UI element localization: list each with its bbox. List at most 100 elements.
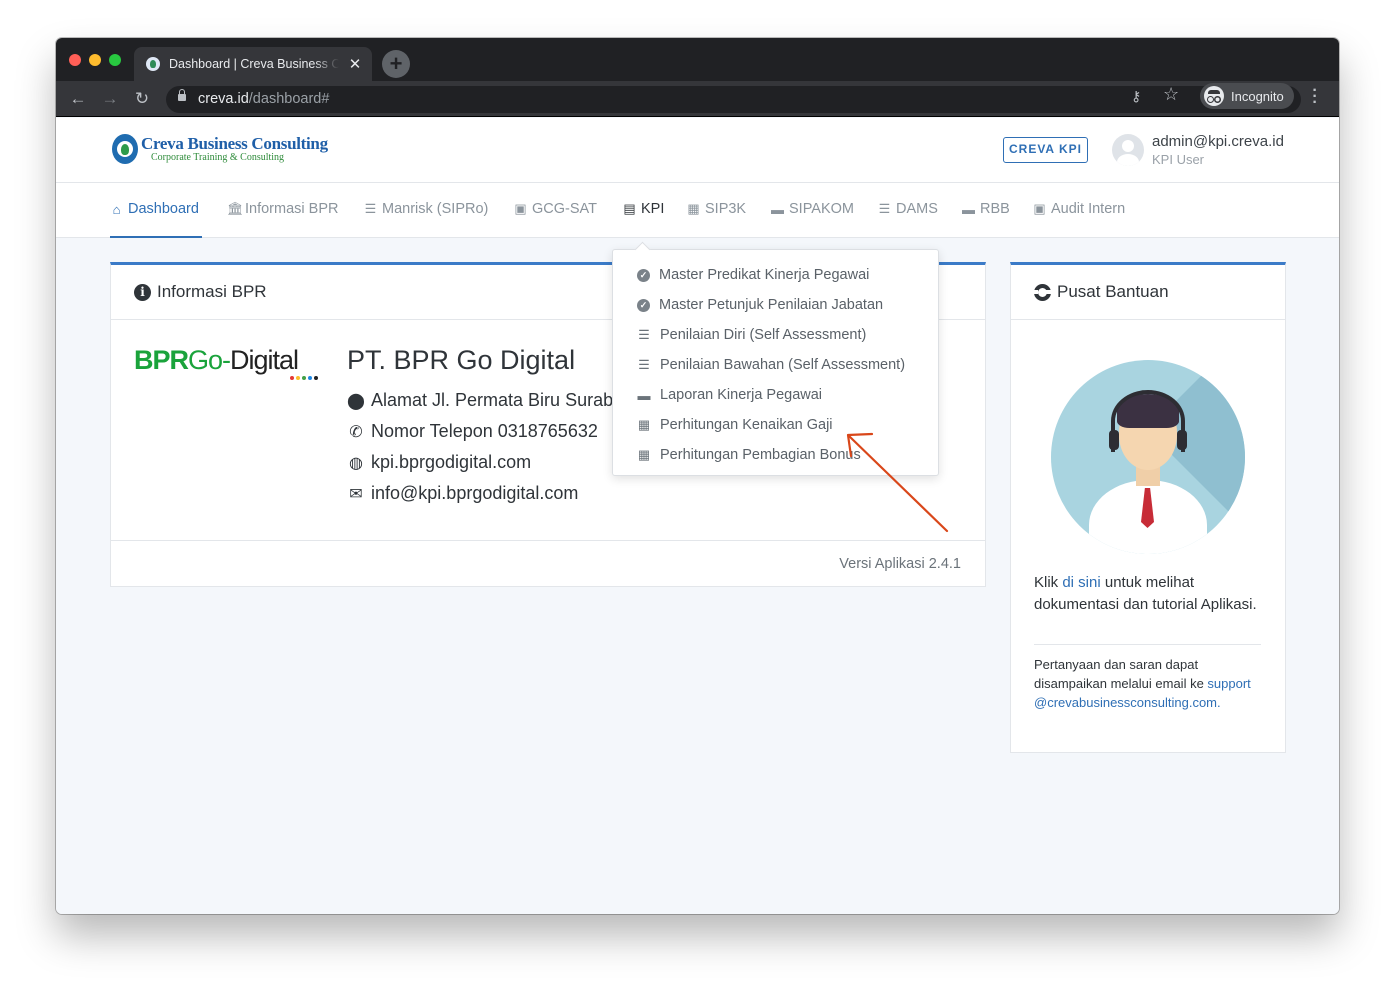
phone-icon: ✆ (349, 423, 363, 441)
browser-tab[interactable]: Dashboard | Creva Business Consulting ✕ (134, 47, 372, 81)
divider (1034, 644, 1261, 645)
minimize-window-button[interactable] (89, 54, 101, 66)
nav-item-sip3k[interactable]: ▦ SIP3K (687, 201, 746, 217)
book-icon: ▬ (637, 387, 651, 403)
card-header: Pusat Bantuan (1011, 265, 1285, 320)
menu-item-pembagian-bonus[interactable]: ▦ Perhitungan Pembagian Bonus (613, 440, 938, 470)
bank-icon: 🏛︎ (227, 201, 244, 216)
envelope-icon: ✉ (349, 485, 363, 503)
nav-item-sipakom[interactable]: ▬ SIPAKOM (771, 201, 854, 217)
favicon-icon (146, 57, 160, 71)
kpi-dropdown-menu: ✓ Master Predikat Kinerja Pegawai ✓ Mast… (612, 249, 939, 476)
docs-link[interactable]: di sini (1062, 574, 1100, 591)
lock-icon (178, 89, 186, 101)
nav-label: Dashboard (128, 201, 199, 217)
tab-title: Dashboard | Creva Business Consulting (169, 57, 339, 71)
calculator-icon: ▦ (637, 417, 651, 432)
checklist-icon: ☰ (364, 201, 377, 216)
bookmark-star-icon[interactable]: ☆ (1163, 84, 1179, 105)
maximize-window-button[interactable] (109, 54, 121, 66)
map-marker-icon: ⬤ (347, 392, 365, 410)
menu-item-penilaian-diri[interactable]: ☰ Penilaian Diri (Self Assessment) (613, 320, 938, 350)
bpr-logo: BPRGo-Digital (134, 345, 299, 375)
bpr-logo-dots (290, 376, 318, 380)
nav-item-informasi-bpr[interactable]: 🏛︎ Informasi BPR (227, 201, 338, 217)
app-version: Versi Aplikasi 2.4.1 (839, 556, 961, 572)
nav-item-kpi[interactable]: ▤ KPI (623, 201, 664, 217)
website-text: kpi.bprgodigital.com (371, 452, 532, 472)
menu-item-label: Master Predikat Kinerja Pegawai (659, 267, 870, 283)
checklist-icon: ☰ (638, 327, 650, 342)
menu-item-penilaian-bawahan[interactable]: ☰ Penilaian Bawahan (Self Assessment) (613, 350, 938, 380)
clipboard-icon: ▤ (623, 201, 636, 216)
nav-item-rbb[interactable]: ▬ RBB (962, 201, 1010, 217)
page-content: Creva Business Consulting Corporate Trai… (56, 118, 1339, 914)
menu-item-label: Master Petunjuk Penilaian Jabatan (659, 297, 884, 313)
check-circle-icon: ✓ (637, 298, 650, 312)
menu-item-master-predikat[interactable]: ✓ Master Predikat Kinerja Pegawai (613, 260, 938, 290)
menu-item-kenaikan-gaji[interactable]: ▦ Perhitungan Kenaikan Gaji (613, 410, 938, 440)
browser-toolbar: ← → ↻ creva.id/dashboard# ⚷ ☆ Incognito … (56, 81, 1339, 117)
nav-label: SIPAKOM (789, 201, 854, 217)
incognito-indicator[interactable]: Incognito (1200, 83, 1294, 109)
nav-item-audit-intern[interactable]: ▣ Audit Intern (1033, 201, 1125, 217)
logo-tagline: Corporate Training & Consulting (151, 152, 285, 163)
app-badge-button[interactable]: CREVA KPI (1003, 137, 1088, 163)
card-title: Informasi BPR (157, 282, 267, 301)
nav-label: Manrisk (SIPRo) (382, 201, 489, 217)
nav-item-dashboard[interactable]: ⌂ Dashboard (110, 201, 199, 217)
nav-item-gcg-sat[interactable]: ▣ GCG-SAT (514, 201, 597, 217)
active-tab-indicator (110, 236, 202, 238)
logo-mark-icon (112, 134, 138, 164)
reload-icon[interactable]: ↻ (130, 87, 154, 111)
forward-icon[interactable]: → (98, 87, 122, 111)
main-nav: ⌂ Dashboard 🏛︎ Informasi BPR ☰ Manrisk (… (56, 183, 1339, 238)
life-ring-icon (1034, 283, 1051, 301)
help-text: Klik di sini untuk melihat dokumentasi d… (1034, 574, 1257, 613)
address-text: Alamat Jl. Permata Biru Surab (371, 390, 614, 410)
tab-strip: Dashboard | Creva Business Consulting ✕ … (56, 38, 1339, 81)
phone-line: ✆ Nomor Telepon 0318765632 (347, 421, 598, 442)
menu-item-master-petunjuk[interactable]: ✓ Master Petunjuk Penilaian Jabatan (613, 290, 938, 320)
contact-text: Pertanyaan dan saran dapat disampaikan m… (1034, 657, 1251, 710)
check-circle-icon: ✓ (637, 268, 650, 282)
user-role: KPI User (1152, 152, 1205, 167)
info-circle-icon: i (134, 283, 151, 301)
url-text: creva.id/dashboard# (198, 91, 330, 107)
home-icon: ⌂ (112, 201, 121, 217)
nav-item-manrisk[interactable]: ☰ Manrisk (SIPRo) (364, 201, 489, 217)
nav-label: Informasi BPR (245, 201, 339, 217)
nav-label: Audit Intern (1051, 201, 1126, 217)
menu-item-laporan-kinerja[interactable]: ▬ Laporan Kinerja Pegawai (613, 380, 938, 410)
company-logo[interactable]: Creva Business Consulting Corporate Trai… (112, 134, 328, 164)
browser-window: Dashboard | Creva Business Consulting ✕ … (56, 38, 1339, 914)
card-title: Pusat Bantuan (1057, 282, 1169, 301)
incognito-icon (1204, 86, 1224, 106)
checklist-icon: ☰ (878, 201, 891, 216)
browser-menu-icon[interactable]: · · · (1310, 83, 1320, 111)
company-name: PT. BPR Go Digital (347, 345, 576, 375)
incognito-label: Incognito (1231, 88, 1284, 104)
back-icon[interactable]: ← (66, 87, 90, 111)
help-center-card: Pusat Bantuan Klik di sini untuk melihat… (1010, 262, 1286, 753)
close-tab-icon[interactable]: ✕ (348, 55, 362, 73)
menu-item-label: Penilaian Bawahan (Self Assessment) (660, 357, 906, 373)
phone-text: Nomor Telepon 0318765632 (371, 421, 598, 441)
logo-name: Creva Business Consulting (141, 134, 328, 153)
book-icon: ▬ (771, 201, 784, 217)
avatar[interactable] (1112, 134, 1144, 166)
nav-label: GCG-SAT (532, 201, 597, 217)
key-icon[interactable]: ⚷ (1131, 88, 1141, 105)
calculator-icon: ▦ (637, 447, 651, 462)
email-line: ✉ info@kpi.bprgodigital.com (347, 483, 578, 504)
close-window-button[interactable] (69, 54, 81, 66)
nav-label: DAMS (896, 201, 938, 217)
nav-label: KPI (641, 201, 665, 217)
nav-label: RBB (980, 201, 1010, 217)
menu-item-label: Perhitungan Kenaikan Gaji (660, 417, 833, 433)
new-tab-button[interactable]: + (382, 50, 410, 78)
nav-item-dams[interactable]: ☰ DAMS (878, 201, 938, 217)
user-email[interactable]: admin@kpi.creva.id (1152, 133, 1284, 150)
checklist-icon: ☰ (638, 357, 650, 372)
book-icon: ▬ (962, 201, 975, 217)
